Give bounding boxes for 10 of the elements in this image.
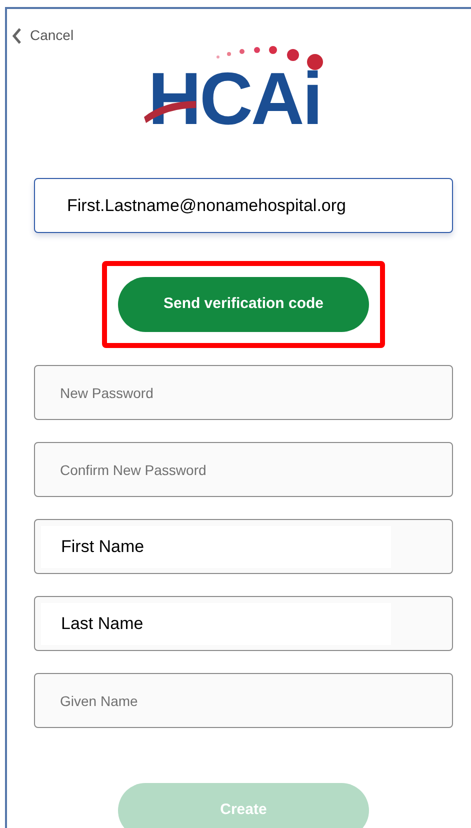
email-field[interactable]: First.Lastname@nonamehospital.org [34, 178, 453, 233]
send-code-button[interactable]: Send verification code [118, 277, 369, 332]
input-field[interactable]: Given Name [34, 673, 453, 728]
cancel-link[interactable]: Cancel [12, 25, 74, 46]
input-field[interactable]: First Name [34, 519, 453, 574]
input-field[interactable]: New Password [34, 365, 453, 420]
chevron-left-icon [12, 28, 22, 44]
input-field[interactable]: Last Name [34, 596, 453, 651]
logo: HCAi [144, 44, 334, 134]
input-field[interactable]: Confirm New Password [34, 442, 453, 497]
